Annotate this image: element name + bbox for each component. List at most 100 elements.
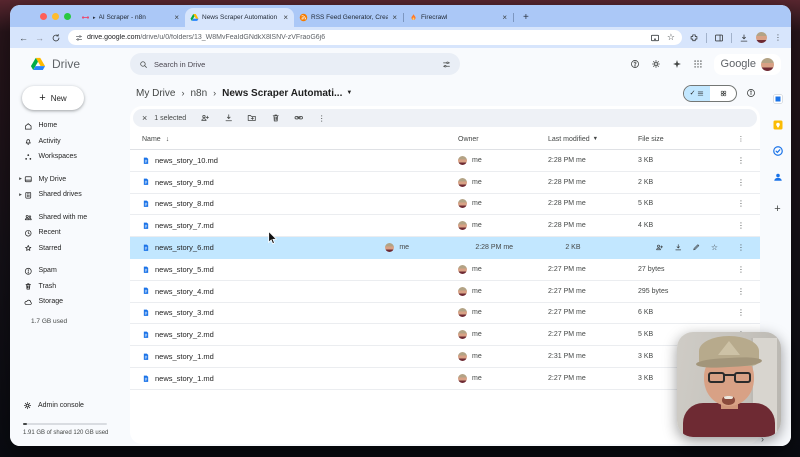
tab-close-icon[interactable]: × [501,13,508,22]
calendar-icon[interactable] [772,93,784,105]
star-icon[interactable]: ☆ [711,243,718,252]
row-more-icon[interactable]: ⋮ [728,308,754,317]
apps-grid-icon[interactable] [693,59,703,69]
row-more-icon[interactable]: ⋮ [728,243,754,252]
clock-icon [24,229,33,238]
share-person-add-icon[interactable] [655,243,664,252]
side-panel-icon[interactable] [714,33,724,43]
share-person-add-icon[interactable] [200,113,210,123]
tasks-icon[interactable] [772,145,784,157]
row-more-icon[interactable]: ⋮ [728,156,754,165]
column-owner[interactable]: Owner [458,136,548,143]
keep-icon[interactable] [772,119,784,131]
header-more-icon[interactable]: ⋮ [728,135,754,143]
sidebar-item-activity[interactable]: Activity [10,134,128,150]
markdown-file-icon [142,374,150,384]
browser-tab[interactable]: News Scraper Automation - G× [185,8,294,27]
reload-button[interactable] [51,33,61,43]
bookmark-star-icon[interactable]: ☆ [667,32,675,43]
row-more-icon[interactable]: ⋮ [728,178,754,187]
sidebar-item-shared-drives[interactable]: ▸ Shared drives [10,187,128,203]
new-button[interactable]: + New [22,86,84,110]
gemini-sparkle-icon[interactable] [672,59,682,69]
sidebar-item-starred[interactable]: Starred [10,241,128,257]
row-more-icon[interactable]: ⋮ [728,221,754,230]
help-icon[interactable] [630,59,640,69]
sidebar-item-shared-with-me[interactable]: Shared with me [10,210,128,226]
header-icons: Google [630,53,781,75]
list-view-button[interactable]: ✓ [684,85,710,101]
close-window-button[interactable] [40,13,47,20]
tab-close-icon[interactable]: × [282,13,289,22]
breadcrumb-item[interactable]: n8n [190,88,207,99]
sidebar-item-storage[interactable]: Storage [10,294,128,310]
file-row[interactable]: news_story_1.mdme2:31 PM me3 KB⋮ [130,346,760,368]
link-icon[interactable] [294,113,304,123]
tab-close-icon[interactable]: × [173,13,180,22]
account-avatar[interactable] [761,57,774,71]
address-bar[interactable]: drive.google.com/drive/u/0/folders/13_W8… [68,30,682,45]
sidebar-item-workspaces[interactable]: Workspaces [10,149,128,165]
sidebar-item-spam[interactable]: Spam [10,263,128,279]
info-icon[interactable] [746,88,756,98]
file-row[interactable]: news_story_6.md me 2:28 PM me 2 KB ☆ ⋮ [130,237,760,259]
search-icon[interactable] [139,60,148,69]
breadcrumb-item[interactable]: My Drive [136,88,175,99]
file-row[interactable]: news_story_10.md me 2:28 PM me 3 KB ⋮ [130,150,760,172]
download-icon[interactable] [674,243,683,252]
file-row[interactable]: news_story_1.mdme2:27 PM me3 KB⋮ [130,368,760,390]
forward-button[interactable]: → [35,33,44,43]
search-input[interactable]: Search in Drive [130,53,460,75]
get-addons-plus-icon[interactable]: + [774,203,780,215]
file-row[interactable]: news_story_9.md me 2:28 PM me 2 KB ⋮ [130,172,760,194]
new-tab-button[interactable]: + [523,13,529,23]
browser-tab[interactable]: ▸ AI Scraper - n8n × [76,8,185,27]
download-icon[interactable] [224,113,234,123]
minimize-window-button[interactable] [52,13,59,20]
rename-pencil-icon[interactable] [692,243,701,252]
file-name: news_story_10.md [155,155,218,165]
cast-icon[interactable] [650,33,660,43]
move-to-folder-icon[interactable] [247,113,257,123]
clear-selection-button[interactable]: × [142,113,147,123]
row-more-icon[interactable]: ⋮ [728,199,754,208]
sort-arrow-icon[interactable]: ↓ [166,136,170,143]
file-row[interactable]: news_story_4.md me 2:27 PM me 295 bytes ⋮ [130,281,760,303]
sidebar-item-my-drive[interactable]: ▸ My Drive [10,172,128,188]
settings-gear-icon[interactable] [651,59,661,69]
downloads-icon[interactable] [739,33,749,43]
drive-logo[interactable]: Drive [30,56,130,72]
admin-console-item[interactable]: Admin console [23,401,128,410]
grid-view-button[interactable] [710,86,736,101]
file-row[interactable]: news_story_5.md me 2:27 PM me 27 bytes ⋮ [130,259,760,281]
file-row[interactable]: news_story_3.md me 2:27 PM me 6 KB ⋮ [130,303,760,325]
row-more-icon[interactable]: ⋮ [728,287,754,296]
site-info-icon[interactable] [75,34,83,42]
sidebar-item-trash[interactable]: Trash [10,279,128,295]
sidebar-item-recent[interactable]: Recent [10,225,128,241]
file-row[interactable]: news_story_7.md me 2:28 PM me 4 KB ⋮ [130,215,760,238]
browser-tab[interactable]: RSS Feed Generator, Creato × [294,8,403,27]
browser-profile-avatar[interactable] [756,32,767,43]
column-name[interactable]: Name [142,136,161,143]
file-row[interactable]: news_story_2.mdme2:27 PM me5 KB⋮ [130,324,760,347]
more-actions-icon[interactable]: ⋮ [318,114,326,123]
expand-arrow-icon[interactable]: ▸ [17,176,24,182]
expand-arrow-icon[interactable]: ▸ [17,192,24,198]
tab-close-icon[interactable]: × [391,13,398,22]
search-options-icon[interactable] [442,60,451,69]
row-more-icon[interactable]: ⋮ [728,265,754,274]
trash-icon[interactable] [271,113,281,123]
browser-menu-icon[interactable]: ⋮ [774,33,782,42]
breadcrumb-current[interactable]: News Scraper Automati... ▼ [222,88,352,99]
sidebar-item-home[interactable]: Home [10,118,128,134]
browser-tab[interactable]: Firecrawl × [404,8,513,27]
file-row[interactable]: news_story_8.md me 2:28 PM me 5 KB ⋮ [130,194,760,216]
zoom-window-button[interactable] [64,13,71,20]
back-button[interactable]: ← [19,33,28,43]
google-account-pill[interactable]: Google [713,53,781,75]
extensions-icon[interactable] [689,33,699,43]
contacts-icon[interactable] [772,171,784,183]
column-last-modified[interactable]: Last modified [548,136,590,143]
column-file-size[interactable]: File size [638,136,728,143]
